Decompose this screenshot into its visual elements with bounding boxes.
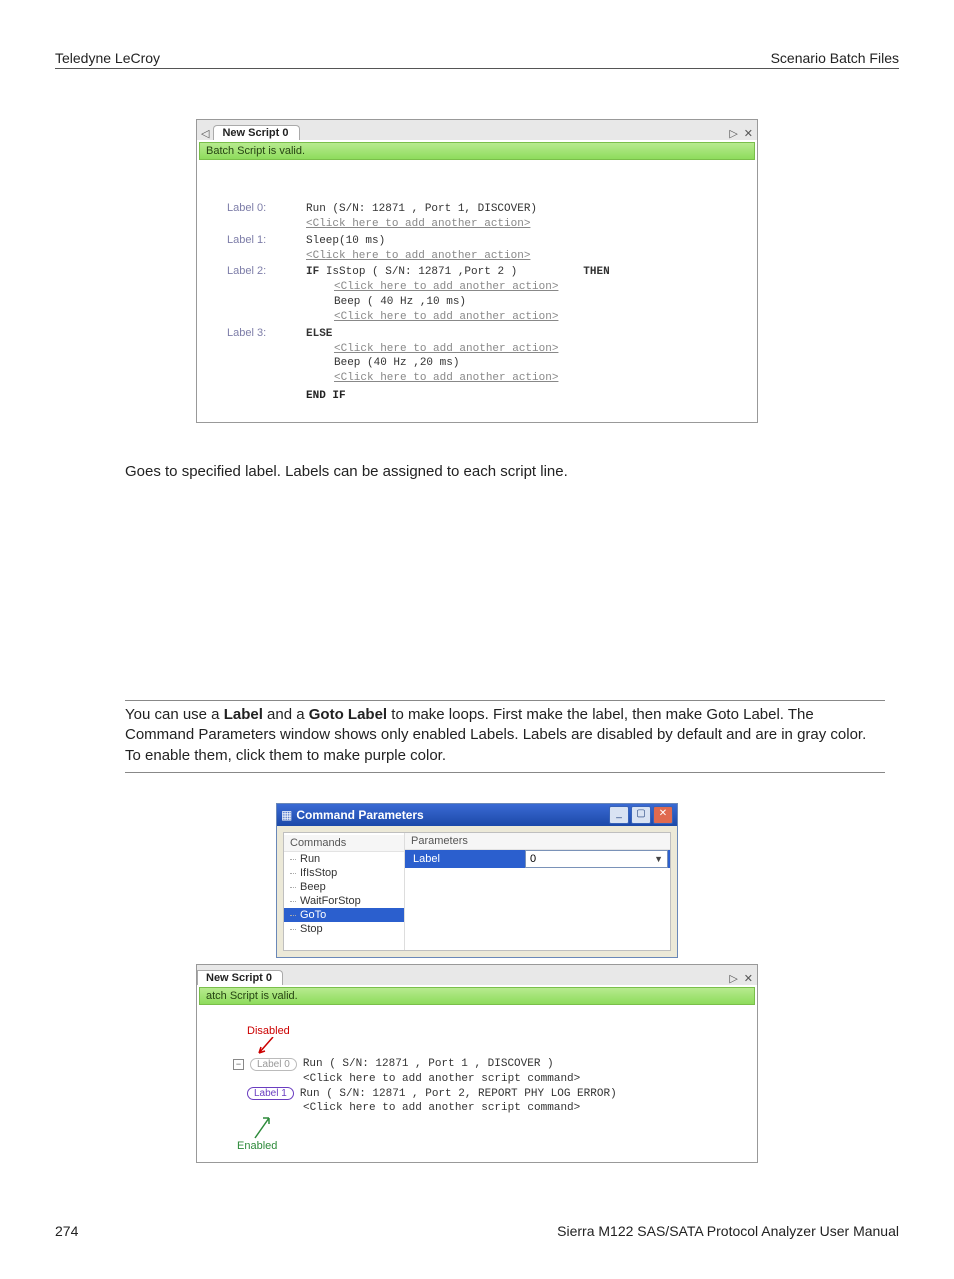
script-window-2: New Script 0 ▷ ✕ atch Script is valid. D… [196, 964, 758, 1163]
app-icon: ▦ [281, 808, 292, 822]
placeholder-row[interactable]: <Click here to add another script comman… [303, 1072, 747, 1087]
label1-box[interactable]: Label 1 [247, 1087, 294, 1100]
commands-tree: Commands Run IfIsStop Beep WaitForStop G… [284, 833, 405, 950]
script-body: Label 0: Run (S/N: 12871 , Port 1, DISCO… [197, 162, 757, 422]
row-label[interactable]: Label 0: [227, 202, 282, 214]
param-value: 0 [530, 853, 536, 865]
code-cell[interactable]: IF IF IsStop ( S/N: 12871 ,Port 2 ) IsSt… [306, 265, 610, 324]
placeholder-row[interactable]: <Click here to add another script comman… [303, 1101, 747, 1116]
commands-header: Commands [284, 835, 404, 852]
titlebar: ▦ Command Parameters _ ▢ ✕ [277, 804, 677, 826]
code-line: Beep (40 Hz ,20 ms) [306, 356, 558, 371]
add-command-placeholder[interactable]: <Click here to add another script comman… [303, 1101, 580, 1116]
add-action-placeholder[interactable]: <Click here to add another action> [306, 250, 530, 262]
chevron-down-icon: ▼ [654, 854, 663, 864]
row-label[interactable]: Label 1: [227, 234, 282, 246]
code-cell[interactable]: Run (S/N: 12871 , Port 1, DISCOVER) <Cli… [306, 202, 537, 232]
tree-item-run[interactable]: Run [284, 852, 404, 866]
end-if: END IF [306, 390, 747, 402]
param-value-dropdown[interactable]: 0 ▼ [525, 850, 668, 868]
close-button[interactable]: ✕ [653, 806, 673, 824]
header-left: Teledyne LeCroy [55, 50, 160, 66]
status-bar: Batch Script is valid. [199, 142, 755, 160]
add-action-placeholder[interactable]: <Click here to add another action> [306, 280, 610, 295]
else-keyword: ELSE [306, 328, 332, 340]
pin-icon[interactable]: ◁ [197, 127, 213, 140]
tab-strip: New Script 0 ▷ ✕ [197, 965, 757, 985]
script-window-1: ◁ New Script 0 ▷ ✕ Batch Script is valid… [196, 119, 758, 423]
maximize-button[interactable]: ▢ [631, 806, 651, 824]
add-action-placeholder[interactable]: <Click here to add another action> [306, 371, 558, 386]
add-action-placeholder[interactable]: <Click here to add another action> [306, 342, 558, 357]
window-title: Command Parameters [292, 808, 607, 822]
code-line-vis: IsStop ( S/N: 12871 ,Port 2 ) [326, 266, 517, 278]
row-label[interactable]: Label 2: [227, 265, 282, 277]
tab-new-script[interactable]: New Script 0 [197, 970, 283, 985]
tree-item-ifisstop[interactable]: IfIsStop [284, 866, 404, 880]
tree-item-goto[interactable]: GoTo [284, 908, 404, 922]
param-name: Label [405, 853, 523, 865]
collapse-icon[interactable]: − [233, 1059, 244, 1070]
bold-label: Label [224, 706, 263, 723]
script-row-0: Label 0: Run (S/N: 12871 , Port 1, DISCO… [227, 202, 747, 232]
text: You can use a [125, 706, 224, 723]
status-bar: atch Script is valid. [199, 987, 755, 1005]
body-paragraph: You can use a Label and a Goto Label to … [125, 700, 885, 773]
play-icon[interactable]: ▷ [729, 972, 737, 985]
close-icon[interactable]: ✕ [744, 127, 753, 140]
code-line: Sleep(10 ms) [306, 235, 385, 247]
code-line[interactable]: Run ( S/N: 12871 , Port 1 , DISCOVER ) [303, 1057, 554, 1072]
tab-strip: ◁ New Script 0 ▷ ✕ [197, 120, 757, 140]
tree-item-beep[interactable]: Beep [284, 880, 404, 894]
label0-box[interactable]: Label 0 [250, 1058, 297, 1071]
caption-goto: Goes to specified label. Labels can be a… [125, 463, 899, 480]
enabled-annotation: Enabled [237, 1140, 747, 1152]
add-action-placeholder[interactable]: <Click here to add another action> [306, 310, 610, 325]
tab-new-script[interactable]: New Script 0 [213, 125, 299, 140]
arrow-disabled-icon [253, 1037, 323, 1057]
script-row-2: Label 2: IF IF IsStop ( S/N: 12871 ,Port… [227, 265, 747, 324]
code-line: Run (S/N: 12871 , Port 1, DISCOVER) [306, 203, 537, 215]
tree-item-stop[interactable]: Stop [284, 922, 404, 936]
code-cell[interactable]: ELSE <Click here to add another action> … [306, 327, 558, 386]
bold-goto-label: Goto Label [309, 706, 387, 723]
page-footer: 274 Sierra M122 SAS/SATA Protocol Analyz… [55, 1223, 899, 1239]
script-row-label0: − Label 0 Run ( S/N: 12871 , Port 1 , DI… [233, 1057, 747, 1072]
script-row-label1: Label 1 Run ( S/N: 12871 , Port 2, REPOR… [247, 1087, 747, 1102]
script-row-3: Label 3: ELSE <Click here to add another… [227, 327, 747, 386]
arrow-enabled-icon [243, 1116, 293, 1140]
param-row-label: Label 0 ▼ [405, 850, 670, 868]
if-keyword: IF [306, 266, 319, 278]
disabled-annotation: Disabled [247, 1025, 747, 1037]
close-icon[interactable]: ✕ [744, 972, 753, 985]
minimize-button[interactable]: _ [609, 806, 629, 824]
text: and a [263, 706, 309, 723]
row-label[interactable]: Label 3: [227, 327, 282, 339]
page-number: 274 [55, 1223, 78, 1239]
code-cell[interactable]: Sleep(10 ms) <Click here to add another … [306, 234, 530, 264]
command-parameters-window: ▦ Command Parameters _ ▢ ✕ Commands Run … [276, 803, 678, 958]
manual-title: Sierra M122 SAS/SATA Protocol Analyzer U… [557, 1223, 899, 1239]
play-icon[interactable]: ▷ [729, 127, 737, 140]
code-line: Beep ( 40 Hz ,10 ms) [306, 295, 610, 310]
page-header: Teledyne LeCroy Scenario Batch Files [55, 50, 899, 69]
add-command-placeholder[interactable]: <Click here to add another script comman… [303, 1072, 580, 1087]
add-action-placeholder[interactable]: <Click here to add another action> [306, 218, 530, 230]
then-keyword: THEN [583, 266, 609, 278]
tree-item-waitforstop[interactable]: WaitForStop [284, 894, 404, 908]
script-body: Disabled − Label 0 Run ( S/N: 12871 , Po… [197, 1007, 757, 1162]
code-line[interactable]: Run ( S/N: 12871 , Port 2, REPORT PHY LO… [300, 1087, 617, 1102]
header-right: Scenario Batch Files [771, 50, 899, 66]
parameters-header: Parameters [405, 833, 670, 850]
script-row-1: Label 1: Sleep(10 ms) <Click here to add… [227, 234, 747, 264]
